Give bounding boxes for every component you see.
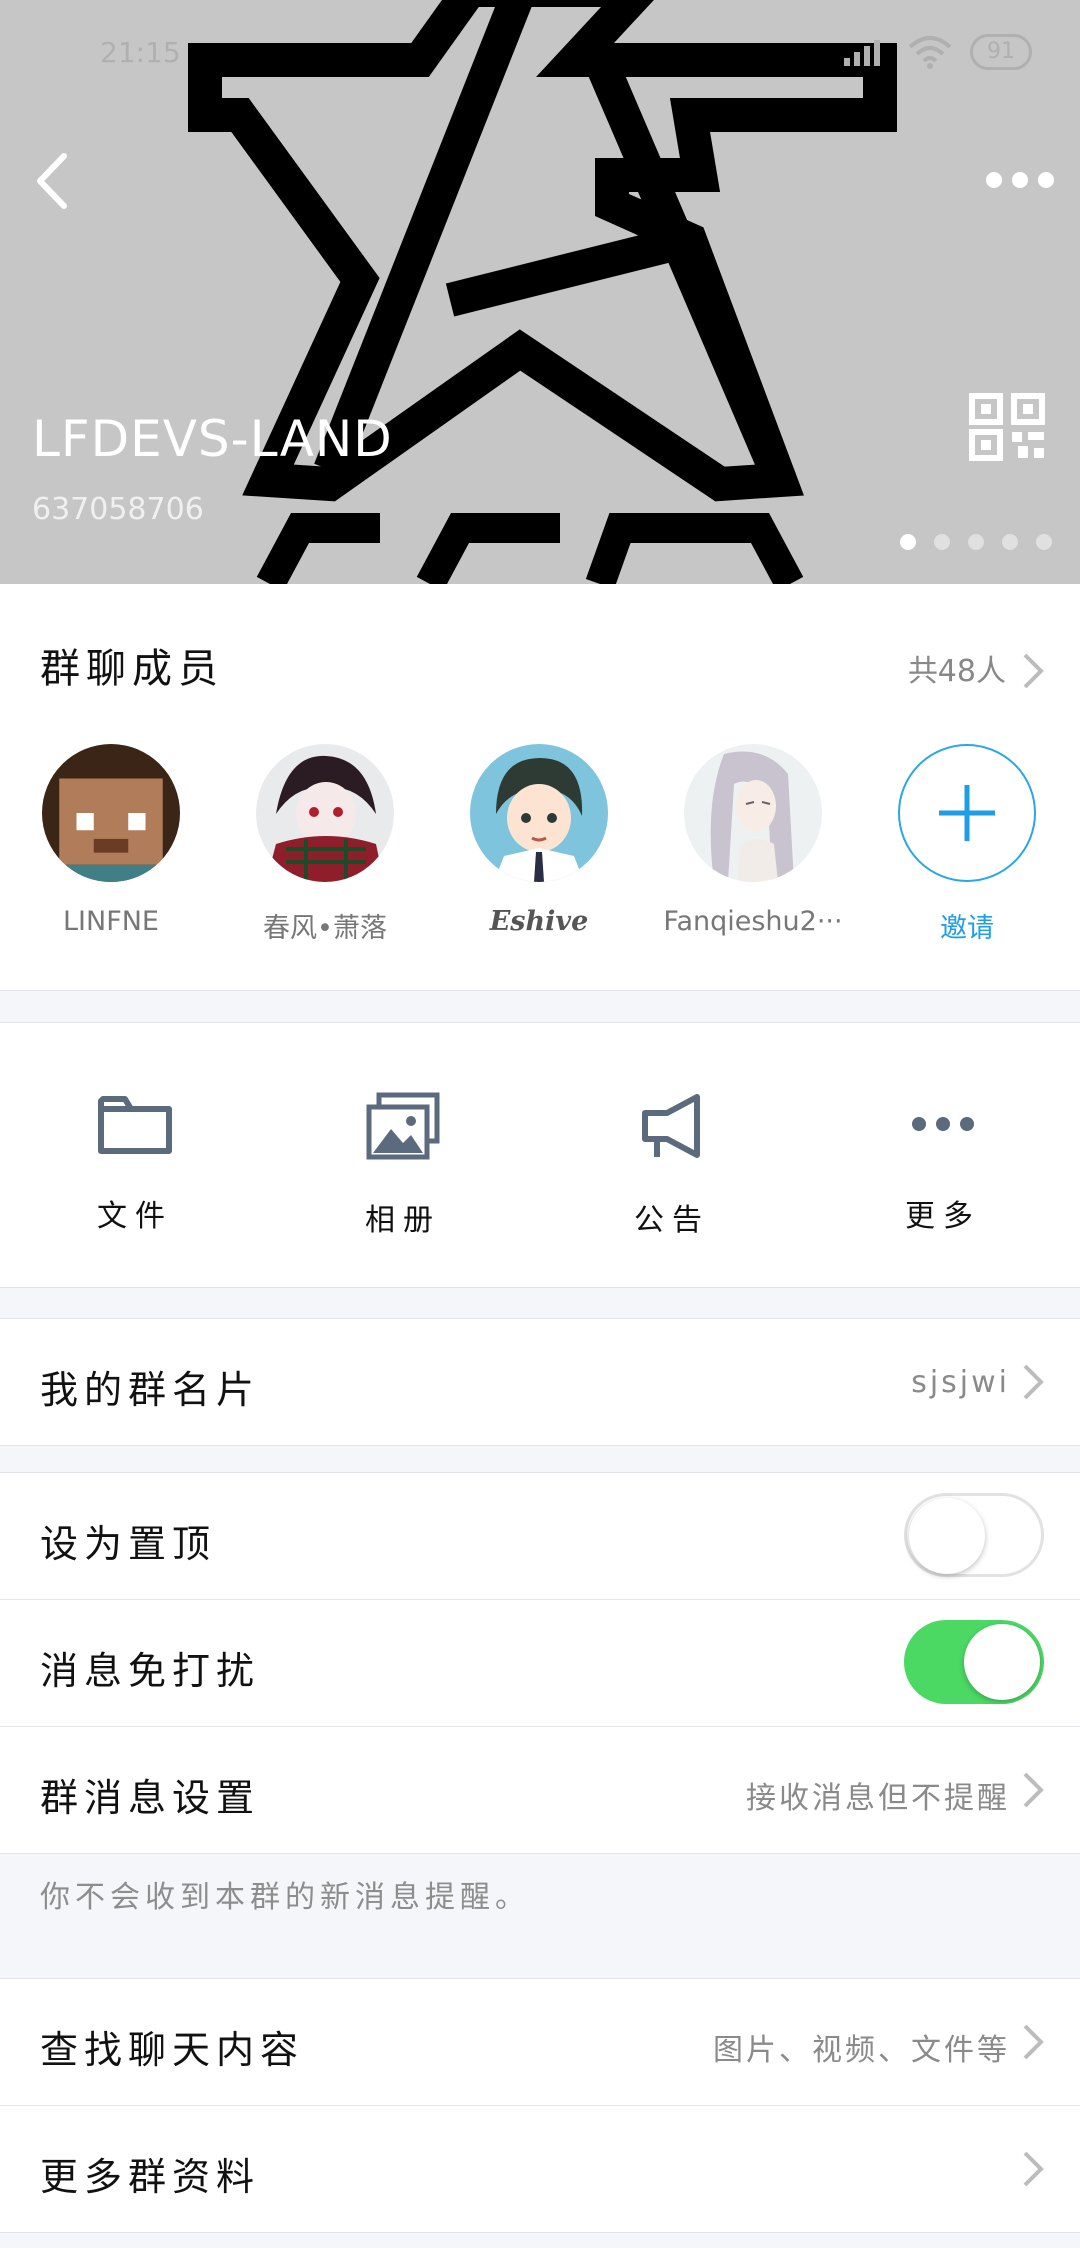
avatar-image [256,744,394,882]
member-item[interactable]: LINFNE [4,744,218,937]
more-dots-icon [912,1117,974,1131]
row-value: sjsjwi [911,1365,1010,1400]
chevron-right-icon [1023,2024,1044,2060]
shortcut-more[interactable]: 更多 [843,1091,1043,1235]
member-item[interactable]: 春风•萧落 [218,744,432,945]
group-id: 637058706 [32,492,204,527]
shortcut-album[interactable]: 相册 [303,1091,503,1239]
chevron-right-icon [1023,2151,1044,2187]
member-name: Fanqieshu2··· [663,906,843,937]
toggle-knob [909,1498,985,1574]
message-settings-note: 你不会收到本群的新消息提醒。 [40,1880,530,1915]
avatar [256,744,394,882]
cellular-signal-icon [844,40,880,66]
album-icon [366,1092,440,1160]
qr-code-icon [969,393,1045,461]
avatar [42,744,180,882]
my-group-card-row[interactable]: 我的群名片 sjsjwi [0,1319,1080,1445]
chevron-right-icon [1023,1772,1044,1808]
member-item[interactable]: Fanqieshu2··· [646,744,860,937]
wifi-icon [908,36,952,69]
cover-page-indicator [900,534,1052,550]
do-not-disturb-row: 消息免打扰 [0,1599,1080,1726]
page-dot [1002,534,1018,550]
avatar-image [470,744,608,882]
megaphone-icon [642,1094,700,1158]
more-dots-icon [986,172,1054,188]
invite-label: 邀请 [940,913,994,944]
plus-icon [939,785,995,841]
shortcut-label: 公告 [634,1203,710,1238]
shortcut-files[interactable]: 文件 [35,1091,235,1235]
member-name: LINFNE [63,906,159,937]
invite-member-button[interactable]: 邀请 [860,744,1074,945]
member-name: Eshive [489,906,589,937]
folder-icon [98,1096,172,1154]
pin-chat-toggle[interactable] [904,1493,1044,1577]
chat-tools-section: 查找聊天内容 图片、视频、文件等 更多群资料 [0,1978,1080,2233]
row-value: 接收消息但不提醒 [746,1781,1010,1816]
chevron-right-icon [1023,653,1044,689]
group-members-section: 群聊成员 共48人 LINFNE 春风•萧落 Eshive Fanqieshu2… [0,584,1080,991]
group-shortcuts: 文件 相册 公告 更多 [0,1022,1080,1288]
row-label: 设为置顶 [40,1522,217,1566]
row-label: 我的群名片 [40,1368,261,1412]
qr-code-button[interactable] [968,392,1048,462]
more-group-info-row[interactable]: 更多群资料 [0,2105,1080,2232]
group-cover[interactable]: 21:15 91 LFDEVS-LAND 637058706 [0,0,1080,584]
avatar [684,744,822,882]
search-chat-history-row[interactable]: 查找聊天内容 图片、视频、文件等 [0,1979,1080,2105]
shortcut-announcement[interactable]: 公告 [572,1091,772,1239]
battery-indicator: 91 [970,34,1032,70]
invite-circle [898,744,1036,882]
group-message-settings-row[interactable]: 群消息设置 接收消息但不提醒 [0,1726,1080,1853]
do-not-disturb-toggle[interactable] [904,1620,1044,1704]
member-item[interactable]: Eshive [432,744,646,937]
row-label: 查找聊天内容 [40,2028,305,2072]
status-time: 21:15 [100,36,181,69]
more-options-button[interactable] [980,150,1060,210]
group-name: LFDEVS-LAND [32,410,393,468]
page-dot [968,534,984,550]
row-label: 群消息设置 [40,1776,261,1820]
members-title: 群聊成员 [40,646,224,692]
row-label: 消息免打扰 [40,1649,261,1693]
avatar [470,744,608,882]
members-count: 共48人 [907,654,1006,689]
back-button[interactable] [20,146,90,216]
member-name: 春风•萧落 [263,913,387,944]
status-bar: 21:15 91 [0,0,1080,110]
page-dot [900,534,916,550]
row-value: 图片、视频、文件等 [713,2033,1010,2068]
chevron-left-icon [37,153,67,209]
chat-settings-section: 设为置顶 消息免打扰 群消息设置 接收消息但不提醒 [0,1472,1080,1854]
chevron-right-icon [1023,1364,1044,1400]
page-dot [934,534,950,550]
avatar-image [42,744,180,882]
pin-chat-row: 设为置顶 [0,1473,1080,1599]
shortcut-label: 文件 [97,1199,173,1234]
shortcut-label: 相册 [365,1203,441,1238]
shortcut-label: 更多 [905,1199,981,1234]
row-label: 更多群资料 [40,2155,261,2199]
my-card-section: 我的群名片 sjsjwi [0,1318,1080,1446]
page-dot [1036,534,1052,550]
avatar-image [684,744,822,882]
toggle-knob [964,1624,1040,1700]
